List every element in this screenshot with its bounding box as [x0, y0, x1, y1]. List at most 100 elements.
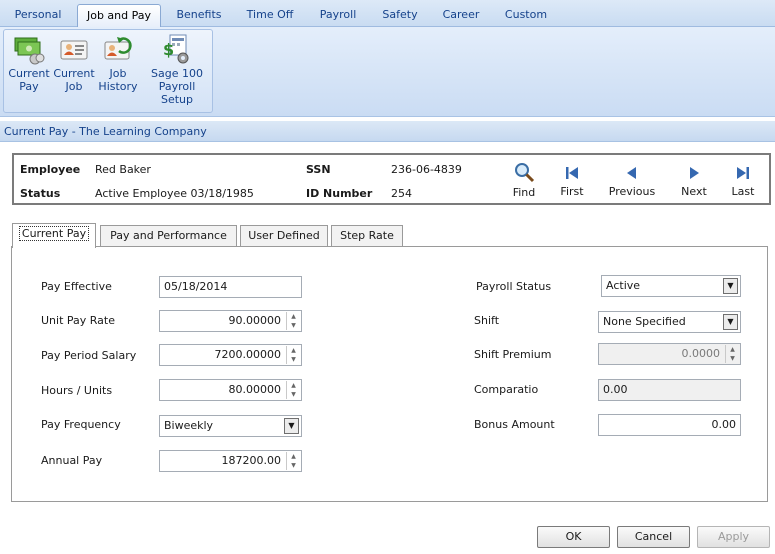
spin-up-icon[interactable]: ▲ — [287, 381, 300, 390]
hours-units-label: Hours / Units — [41, 384, 113, 397]
annual-pay-label: Annual Pay — [41, 454, 103, 467]
ribbon-group: Current Pay Current Job Job History $ Sa… — [3, 29, 213, 113]
ssn-value: 236-06-4839 — [391, 163, 462, 176]
tab-current-pay-label: Current Pay — [18, 226, 90, 241]
job-history-label-1: Job — [109, 67, 127, 80]
tab-payroll[interactable]: Payroll — [310, 4, 366, 27]
chevron-down-icon[interactable]: ▼ — [723, 314, 738, 330]
window-subtitle: Current Pay - The Learning Company — [0, 121, 775, 142]
pay-effective-label: Pay Effective — [41, 280, 112, 293]
unit-pay-rate-spinner[interactable]: ▲ ▼ — [286, 312, 300, 330]
spin-down-icon[interactable]: ▼ — [287, 355, 300, 364]
current-pay-button[interactable]: Current Pay — [7, 33, 51, 93]
comparatio-field: 0.00 — [598, 379, 741, 401]
bonus-amount-label: Bonus Amount — [474, 418, 555, 431]
spin-down-icon[interactable]: ▼ — [287, 390, 300, 399]
shift-premium-spinner: ▲ ▼ — [725, 345, 739, 363]
employee-value: Red Baker — [95, 163, 151, 176]
spin-up-icon[interactable]: ▲ — [287, 312, 300, 321]
hours-units-field[interactable]: 80.00000 ▲ ▼ — [159, 379, 302, 401]
payroll-status-select[interactable]: Active ▼ — [601, 275, 741, 297]
tab-user-defined[interactable]: User Defined — [240, 225, 328, 247]
spin-down-icon[interactable]: ▼ — [287, 461, 300, 470]
previous-record-icon — [627, 167, 636, 179]
current-job-label-1: Current — [53, 67, 95, 80]
find-label: Find — [512, 186, 536, 199]
pay-period-salary-field[interactable]: 7200.00000 ▲ ▼ — [159, 344, 302, 366]
tab-safety[interactable]: Safety — [374, 4, 426, 27]
pay-frequency-select[interactable]: Biweekly ▼ — [159, 415, 302, 437]
first-label: First — [560, 185, 584, 198]
cancel-button[interactable]: Cancel — [617, 526, 690, 548]
sage-payroll-setup-button[interactable]: $ Sage 100 Payroll Setup — [141, 33, 213, 106]
spin-down-icon[interactable]: ▼ — [287, 321, 300, 330]
ssn-label: SSN — [306, 163, 331, 176]
spin-up-icon: ▲ — [730, 346, 735, 353]
tab-current-pay[interactable]: Current Pay — [12, 223, 96, 248]
tab-personal[interactable]: Personal — [6, 4, 70, 27]
find-button[interactable]: Find — [508, 161, 540, 199]
spin-up-icon[interactable]: ▲ — [287, 452, 300, 461]
sage-payroll-setup-label-1: Sage 100 — [151, 67, 203, 80]
tab-pay-and-performance[interactable]: Pay and Performance — [100, 225, 237, 247]
id-number-value: 254 — [391, 187, 412, 200]
tab-job-and-pay[interactable]: Job and Pay — [77, 4, 161, 28]
spin-up-icon[interactable]: ▲ — [287, 346, 300, 355]
first-record-icon — [566, 167, 578, 179]
tab-time-off[interactable]: Time Off — [240, 4, 300, 27]
unit-pay-rate-label: Unit Pay Rate — [41, 314, 115, 327]
tab-custom[interactable]: Custom — [500, 4, 552, 27]
unit-pay-rate-value: 90.00000 — [228, 314, 282, 327]
unit-pay-rate-field[interactable]: 90.00000 ▲ ▼ — [159, 310, 302, 332]
previous-button[interactable]: Previous — [604, 164, 660, 198]
shift-premium-field: 0.0000 ▲ ▼ — [598, 343, 741, 365]
sage-payroll-setup-label-2: Payroll Setup — [158, 80, 196, 106]
payroll-setup-icon: $ — [163, 34, 189, 64]
magnifier-icon — [515, 163, 535, 183]
current-job-label-2: Job — [65, 80, 83, 93]
ok-button[interactable]: OK — [537, 526, 610, 548]
tab-career[interactable]: Career — [436, 4, 486, 27]
pay-period-salary-label: Pay Period Salary — [41, 349, 137, 362]
current-job-button[interactable]: Current Job — [52, 33, 96, 93]
current-pay-label-2: Pay — [19, 80, 39, 93]
shift-label: Shift — [474, 314, 500, 327]
id-number-label: ID Number — [306, 187, 373, 200]
next-button[interactable]: Next — [676, 164, 712, 198]
job-history-label-2: History — [98, 80, 138, 93]
last-button[interactable]: Last — [726, 164, 760, 198]
annual-pay-value: 187200.00 — [221, 454, 282, 467]
bonus-amount-field[interactable]: 0.00 — [598, 414, 741, 436]
apply-button[interactable]: Apply — [697, 526, 770, 548]
first-button[interactable]: First — [554, 164, 590, 198]
ribbon-tab-bar: Personal Job and Pay Benefits Time Off P… — [0, 0, 775, 28]
tab-step-rate[interactable]: Step Rate — [331, 225, 403, 247]
employee-header-panel: Employee Red Baker Status Active Employe… — [12, 153, 771, 205]
shift-premium-label: Shift Premium — [474, 348, 552, 361]
shift-select[interactable]: None Specified ▼ — [598, 311, 741, 333]
last-record-icon — [737, 167, 749, 179]
chevron-down-icon[interactable]: ▼ — [723, 278, 738, 294]
id-card-icon — [60, 40, 88, 60]
annual-pay-field[interactable]: 187200.00 ▲ ▼ — [159, 450, 302, 472]
pay-period-salary-spinner[interactable]: ▲ ▼ — [286, 346, 300, 364]
previous-label: Previous — [608, 185, 656, 198]
comparatio-label: Comparatio — [474, 383, 539, 396]
last-label: Last — [731, 185, 755, 198]
pay-period-salary-value: 7200.00000 — [214, 348, 281, 361]
svg-text:$: $ — [163, 40, 174, 59]
payroll-status-value: Active — [606, 279, 641, 292]
hours-units-spinner[interactable]: ▲ ▼ — [286, 381, 300, 399]
money-icon — [14, 37, 45, 65]
status-label: Status — [20, 187, 61, 200]
payroll-status-label: Payroll Status — [476, 280, 552, 293]
pay-effective-field[interactable]: 05/18/2014 — [159, 276, 302, 298]
annual-pay-spinner[interactable]: ▲ ▼ — [286, 452, 300, 470]
status-value: Active Employee 03/18/1985 — [95, 187, 254, 200]
employee-label: Employee — [20, 163, 81, 176]
tab-benefits[interactable]: Benefits — [168, 4, 230, 27]
next-record-icon — [690, 167, 699, 179]
job-history-button[interactable]: Job History — [96, 33, 140, 93]
chevron-down-icon[interactable]: ▼ — [284, 418, 299, 434]
next-label: Next — [681, 185, 707, 198]
